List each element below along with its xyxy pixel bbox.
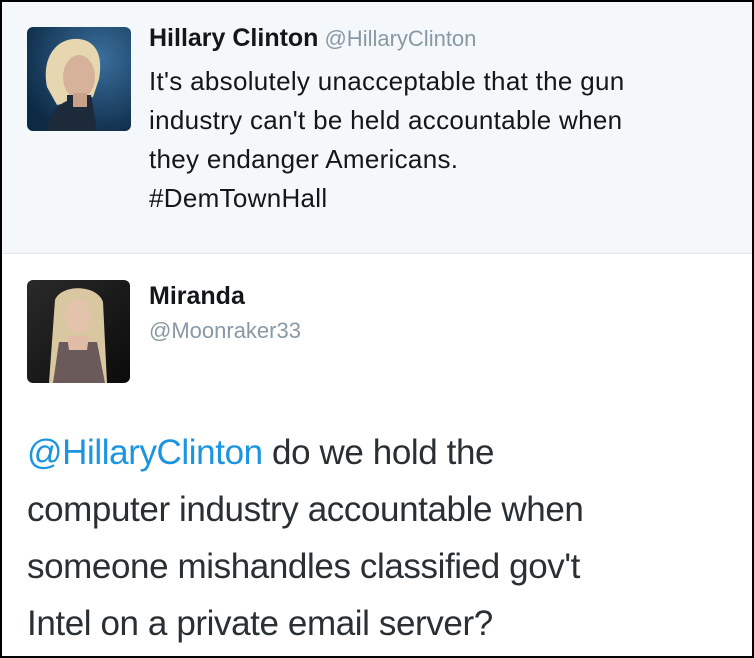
tweet-text-line: It's absolutely unacceptable that the gu… xyxy=(149,66,625,96)
tweet-text-line: computer industry accountable when xyxy=(27,490,584,529)
tweet-text-line: industry can't be held accountable when xyxy=(149,105,623,135)
tweet-text-line: they endanger Americans. xyxy=(149,144,459,174)
author-handle[interactable]: @HillaryClinton xyxy=(324,26,476,51)
parent-tweet-text: It's absolutely unacceptable that the gu… xyxy=(149,62,739,218)
tweet-text-fragment: do we hold the xyxy=(262,433,495,472)
tweet-text-line: someone mishandles classified gov't xyxy=(27,547,580,586)
avatar-miranda[interactable] xyxy=(27,280,130,383)
author-name[interactable]: Hillary Clinton xyxy=(149,24,318,52)
author-handle[interactable]: @Moonraker33 xyxy=(149,318,301,344)
screenshot-frame: Hillary Clinton @HillaryClinton It's abso… xyxy=(0,0,754,658)
tweet-text-line: @HillaryClinton do we hold the xyxy=(27,424,747,481)
parent-tweet-header: Hillary Clinton @HillaryClinton xyxy=(149,24,476,53)
reply-tweet-text: @HillaryClinton do we hold the computer … xyxy=(27,424,747,652)
profile-photo-icon xyxy=(27,280,130,383)
tweet-text-line: Intel on a private email server? xyxy=(27,604,493,643)
author-name[interactable]: Miranda xyxy=(149,282,245,311)
parent-tweet[interactable]: Hillary Clinton @HillaryClinton It's abso… xyxy=(2,2,752,254)
mention-link[interactable]: @HillaryClinton xyxy=(27,433,263,472)
profile-photo-icon xyxy=(27,27,131,131)
avatar-hillary-clinton[interactable] xyxy=(27,27,131,131)
hashtag-link[interactable]: #DemTownHall xyxy=(149,179,739,218)
